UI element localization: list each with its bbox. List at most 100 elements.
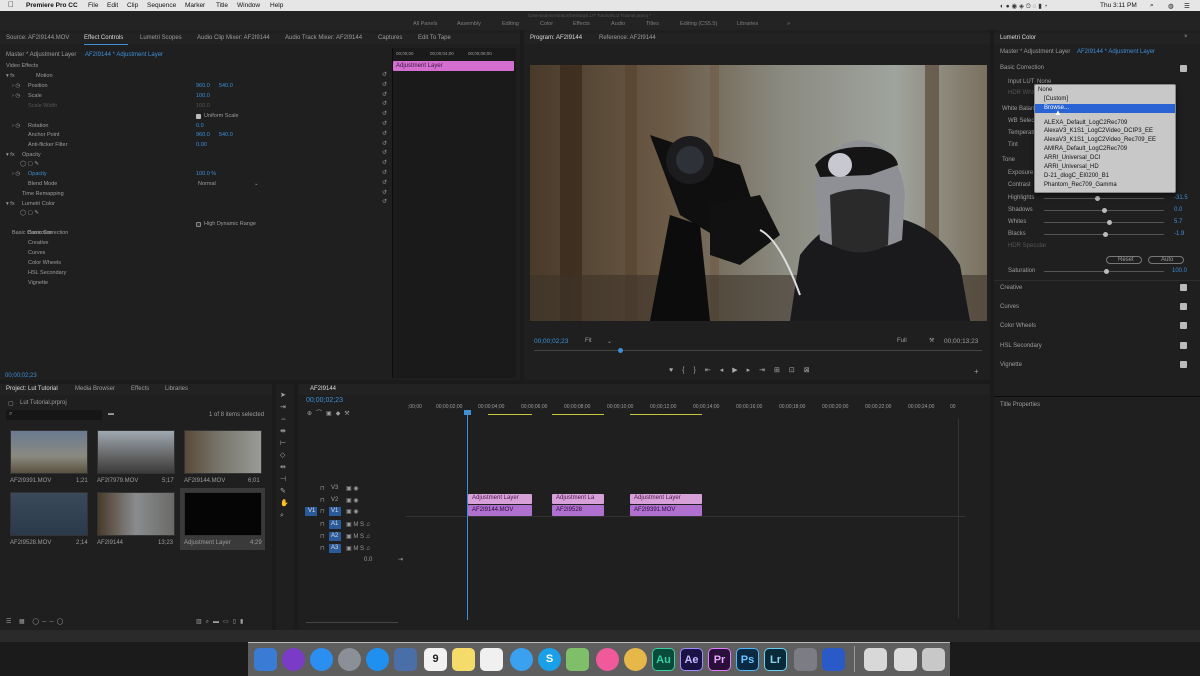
workspace-more[interactable]: » bbox=[787, 21, 790, 27]
tab-project[interactable]: Project: Lut Tutorial bbox=[6, 386, 58, 392]
playhead-handle[interactable] bbox=[618, 348, 623, 353]
workspace-editing-cs55[interactable]: Editing (CS5.5) bbox=[680, 21, 717, 27]
project-search-input[interactable] bbox=[6, 410, 102, 420]
reset-icons[interactable]: ↺ ↺ ↺ ↺ ↺ ↺ ↺ ↺ ↺ ↺ ↺ ↺ ↺ ↺ bbox=[382, 71, 387, 208]
fit-chevron-icon[interactable]: ⌄ bbox=[607, 338, 612, 345]
breadcrumb-master[interactable]: Master * Adjustment Layer bbox=[6, 52, 76, 58]
lumetri-expand-icon[interactable]: ▾ fx bbox=[6, 201, 15, 207]
apple-icon[interactable]:  bbox=[8, 0, 14, 9]
opacity-toggle-icon[interactable]: › ◷ bbox=[12, 171, 20, 177]
effect-controls-timeline[interactable] bbox=[392, 48, 516, 378]
tab-media-browser[interactable]: Media Browser bbox=[75, 386, 115, 392]
new-bin-icon[interactable]: ▬ bbox=[108, 411, 114, 417]
hsl-checkbox[interactable] bbox=[1180, 342, 1187, 349]
transport-controls[interactable]: ♥{}⇤◂▶▸⇥⊞⊡⊠ bbox=[669, 366, 819, 374]
title-properties-tab[interactable]: Title Properties bbox=[1000, 402, 1040, 408]
tab-program[interactable]: Program: AF2I9144 bbox=[530, 35, 582, 41]
sub-creative[interactable]: Creative bbox=[28, 240, 48, 246]
rotation-toggle-icon[interactable]: › ◷ bbox=[12, 123, 20, 129]
horizontal-zoom-bar[interactable] bbox=[306, 622, 398, 623]
playhead-track[interactable] bbox=[534, 350, 982, 351]
shadows-value[interactable]: 0.0 bbox=[1174, 207, 1182, 213]
time-remapping-label[interactable]: Time Remapping bbox=[22, 191, 64, 197]
opacity-value[interactable]: 100.0 % bbox=[196, 171, 216, 177]
track-v2[interactable]: V2 bbox=[331, 497, 338, 503]
menu-title[interactable]: Title bbox=[216, 2, 228, 9]
menu-help[interactable]: Help bbox=[270, 2, 283, 9]
highlights-handle[interactable] bbox=[1095, 196, 1100, 201]
appstore-icon[interactable] bbox=[310, 648, 333, 671]
uniform-scale-checkbox[interactable] bbox=[196, 114, 201, 119]
lock-v2-icon[interactable]: ⊓ bbox=[320, 497, 325, 504]
lock-v3-icon[interactable]: ⊓ bbox=[320, 485, 325, 492]
wrench-icon[interactable]: ⚒ bbox=[929, 337, 934, 344]
tool-icons[interactable]: ➤ ⇥ ⇔ ⇼ ⊢ ◇ ⇹ ⊣ ✎ ✋ ⌕ bbox=[280, 390, 289, 522]
timeline-playhead[interactable] bbox=[467, 410, 468, 620]
motion-expand-icon[interactable]: ▾ fx bbox=[6, 73, 15, 79]
aftereffects-icon[interactable]: Ae bbox=[680, 648, 703, 671]
rotation-value[interactable]: 0.0 bbox=[196, 123, 204, 129]
lock-v1-icon[interactable]: ⊓ bbox=[320, 508, 325, 515]
lumetri-breadcrumb-clip[interactable]: AF2I9144 * Adjustment Layer bbox=[1077, 49, 1155, 55]
siri-icon[interactable] bbox=[282, 648, 305, 671]
timeline-playhead-handle[interactable] bbox=[464, 410, 471, 415]
program-timecode[interactable]: 00;00;02;23 bbox=[534, 338, 568, 345]
thumb-af2i7979[interactable] bbox=[97, 430, 175, 474]
a2-controls[interactable]: ▣ M S ♫ bbox=[346, 533, 370, 540]
tab-edit-to-tape[interactable]: Edit To Tape bbox=[418, 35, 451, 41]
section-creative[interactable]: Creative bbox=[1000, 285, 1022, 291]
workspace-assembly[interactable]: Assembly bbox=[457, 21, 481, 27]
curves-checkbox[interactable] bbox=[1180, 303, 1187, 310]
a3-controls[interactable]: ▣ M S ♫ bbox=[346, 545, 370, 552]
section-vignette[interactable]: Vignette bbox=[1000, 362, 1022, 368]
vertical-scrollbar[interactable] bbox=[958, 418, 959, 618]
spotlight-icon[interactable]: ⌕ bbox=[1150, 2, 1154, 10]
lock-a1-icon[interactable]: ⊓ bbox=[320, 521, 325, 528]
screenflow-icon[interactable] bbox=[822, 648, 845, 671]
document-icon[interactable] bbox=[864, 648, 887, 671]
position-x[interactable]: 960.0 bbox=[196, 83, 210, 89]
settings-icon[interactable] bbox=[794, 648, 817, 671]
highlights-slider[interactable] bbox=[1044, 198, 1164, 199]
saturation-value[interactable]: 100.0 bbox=[1172, 268, 1187, 274]
lumetri-label[interactable]: Lumetri Color bbox=[22, 201, 55, 207]
position-toggle-icon[interactable]: › ◷ bbox=[12, 83, 20, 89]
tab-source[interactable]: Source: AF2I9144.MOV bbox=[6, 35, 69, 41]
vignette-checkbox[interactable] bbox=[1180, 361, 1187, 368]
workspace-color[interactable]: Color bbox=[540, 21, 553, 27]
position-y[interactable]: 540.0 bbox=[219, 83, 233, 89]
workspace-all-panels[interactable]: All Panels bbox=[413, 21, 437, 27]
opacity-label[interactable]: Opacity bbox=[22, 152, 41, 158]
color-wheels-checkbox[interactable] bbox=[1180, 322, 1187, 329]
add-button-icon[interactable]: + bbox=[974, 367, 979, 376]
v3-controls[interactable]: ▣ ◉ bbox=[346, 485, 359, 492]
saturation-handle[interactable] bbox=[1104, 269, 1109, 274]
lumetri-title[interactable]: Lumetri Color bbox=[1000, 35, 1036, 41]
maps-icon[interactable] bbox=[566, 648, 589, 671]
lock-a3-icon[interactable]: ⊓ bbox=[320, 545, 325, 552]
photoshop-icon[interactable]: Ps bbox=[736, 648, 759, 671]
preview-icon[interactable] bbox=[394, 648, 417, 671]
sub-hsl-secondary[interactable]: HSL Secondary bbox=[28, 270, 66, 276]
sub-curves[interactable]: Curves bbox=[28, 250, 45, 256]
clock[interactable]: Thu 3:11 PM bbox=[1100, 2, 1137, 9]
a1-controls[interactable]: ▣ M S ♫ bbox=[346, 521, 370, 528]
effect-controls-timecode[interactable]: 00;00;02;23 bbox=[5, 373, 37, 379]
siri-menu-icon[interactable]: ◍ bbox=[1168, 2, 1174, 10]
lut-option-7[interactable]: D-21_dlogC_EI0200_B1 bbox=[1044, 173, 1109, 179]
thumb-adjustment-layer[interactable] bbox=[184, 492, 262, 536]
lut-option-8[interactable]: Phantom_Rec709_Gamma bbox=[1044, 182, 1117, 188]
track-v3[interactable]: V3 bbox=[331, 485, 338, 491]
workspace-audio[interactable]: Audio bbox=[611, 21, 625, 27]
hdr-checkbox[interactable] bbox=[196, 222, 201, 227]
resolution-select[interactable]: Full bbox=[897, 338, 907, 344]
basic-correction-checkbox[interactable] bbox=[1180, 65, 1187, 72]
opacity-expand-icon[interactable]: ▾ fx bbox=[6, 152, 15, 158]
blacks-handle[interactable] bbox=[1103, 232, 1108, 237]
lut-option-custom[interactable]: [Custom] bbox=[1044, 96, 1068, 102]
blacks-value[interactable]: -1.9 bbox=[1174, 231, 1184, 237]
launchpad-icon[interactable] bbox=[338, 648, 361, 671]
thumb-af2i9144-mov[interactable] bbox=[184, 430, 262, 474]
trash-icon[interactable] bbox=[922, 648, 945, 671]
shadows-handle[interactable] bbox=[1102, 208, 1107, 213]
